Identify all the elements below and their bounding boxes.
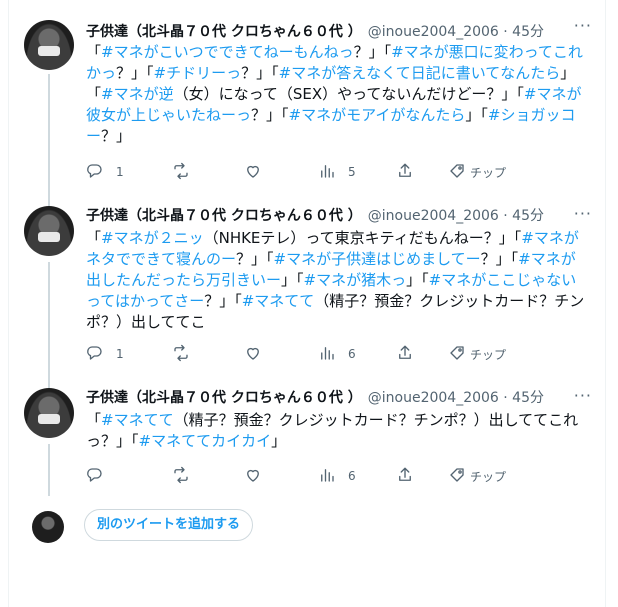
views-button[interactable]: 5 (318, 162, 356, 182)
retweet-button[interactable] (172, 466, 202, 486)
like-icon (244, 466, 262, 487)
add-tweet-button[interactable]: 別のツイートを追加する (84, 509, 254, 541)
tweet-actions: 6 チップ (86, 466, 526, 486)
like-icon (244, 344, 262, 365)
tweet-text-segment: 「 (86, 411, 102, 429)
tweet-text-segment: ？」「 (241, 64, 279, 82)
hashtag-link[interactable]: #マネが２ニッ (101, 229, 204, 247)
tip-icon (448, 344, 466, 365)
tweet-text-segment: ？」 (101, 127, 132, 145)
tweet-actions: 1 5 チップ (86, 162, 526, 182)
tweet-text: 「#マネが２ニッ（NHKEテレ）って東京キティだもんねー？」「#マネがネタででき… (86, 228, 590, 333)
handle-and-time[interactable]: @inoue2004_2006 · 45分 (368, 24, 544, 40)
like-icon (244, 162, 262, 183)
tip-button[interactable]: チップ (448, 344, 506, 364)
share-icon (396, 466, 414, 487)
views-button[interactable]: 6 (318, 466, 356, 486)
tip-label: チップ (470, 165, 507, 180)
tweet-text-segment: 」「 (406, 271, 429, 289)
more-icon[interactable]: ··· (574, 16, 592, 35)
tweet[interactable]: 子供達（北斗晶７０代 クロちゃん６０代 ） @inoue2004_2006 · 4… (8, 386, 606, 498)
views-icon (318, 466, 336, 487)
add-tweet-row: 別のツイートを追加する (8, 505, 606, 545)
avatar[interactable] (24, 206, 74, 256)
handle-and-time[interactable]: @inoue2004_2006 · 45分 (368, 390, 544, 406)
tip-button[interactable]: チップ (448, 162, 506, 182)
tweet-text-segment: 」 (271, 432, 287, 450)
views-count: 6 (348, 469, 356, 483)
reply-button[interactable] (86, 466, 116, 486)
views-count: 5 (348, 165, 356, 179)
share-icon (396, 162, 414, 183)
tweet-text-segment: 」「 (281, 271, 304, 289)
tweet[interactable]: 子供達（北斗晶７０代 クロちゃん６０代 ） @inoue2004_2006 · 4… (8, 204, 606, 376)
tweet-text-segment: ？」「 (116, 64, 154, 82)
reply-button[interactable]: 1 (86, 162, 124, 182)
reply-icon (86, 344, 104, 365)
like-button[interactable] (244, 162, 274, 182)
hashtag-link[interactable]: #チドリーっ (154, 64, 242, 82)
tweet-text-segment: ？」「 (480, 250, 519, 268)
hashtag-link[interactable]: #マネがこいつでできてねーもんねっ (101, 43, 354, 61)
tweet-text-segment: 「 (86, 229, 102, 247)
tweet-actions: 1 6 チップ (86, 344, 526, 364)
tweet-text-segment: ？」「 (236, 250, 274, 268)
tweet-text-segment: 」「 (465, 106, 488, 124)
tweet-text-segment: ？」「 (353, 43, 392, 61)
tweet[interactable]: 子供達（北斗晶７０代 クロちゃん６０代 ） @inoue2004_2006 · 4… (8, 16, 606, 188)
like-button[interactable] (244, 466, 274, 486)
more-icon[interactable]: ··· (574, 204, 592, 223)
hashtag-link[interactable]: #マネててカイカイ (139, 432, 272, 450)
tweet-text-segment: （女）になって（SEX）やってないんだけどー？」「 (173, 85, 524, 103)
tip-label: チップ (470, 347, 507, 362)
avatar[interactable] (24, 20, 74, 70)
tweet-text-segment: ？」「 (251, 106, 289, 124)
share-icon (396, 344, 414, 365)
avatar[interactable] (24, 388, 74, 438)
retweet-icon (172, 344, 190, 365)
like-button[interactable] (244, 344, 274, 364)
tweet-text: 「#マネがこいつでできてねーもんねっ？」「#マネが悪口に変わってこれかっ？」「#… (86, 42, 590, 147)
tweet-text-segment: （NHKEテレ）って東京キティだもんねー？」「 (203, 229, 522, 247)
tweet-text: 「#マネてて（精子？預金？クレジットカード？チンポ？）出しててこれっ？」「#マネ… (86, 410, 590, 452)
display-name[interactable]: 子供達（北斗晶７０代 クロちゃん６０代 ） (86, 208, 362, 224)
hashtag-link[interactable]: #マネがモアイがなんたら (289, 106, 466, 124)
reply-icon (86, 466, 104, 487)
tweet-text-segment: 「 (86, 43, 102, 61)
reply-button[interactable]: 1 (86, 344, 124, 364)
more-icon[interactable]: ··· (574, 386, 592, 405)
display-name[interactable]: 子供達（北斗晶７０代 クロちゃん６０代 ） (86, 24, 362, 40)
tip-icon (448, 466, 466, 487)
hashtag-link[interactable]: #マネてて (242, 292, 315, 310)
tweet-header: 子供達（北斗晶７０代 クロちゃん６０代 ） @inoue2004_2006 · 4… (86, 388, 592, 410)
retweet-button[interactable] (172, 162, 202, 182)
views-count: 6 (348, 347, 356, 361)
tip-icon (448, 162, 466, 183)
reply-icon (86, 162, 104, 183)
display-name[interactable]: 子供達（北斗晶７０代 クロちゃん６０代 ） (86, 390, 362, 406)
hashtag-link[interactable]: #マネが逆 (101, 85, 174, 103)
hashtag-link[interactable]: #マネが答えなくて日記に書いてなんたら (279, 64, 561, 82)
tip-label: チップ (470, 469, 507, 484)
tweet-text-segment: ？」「 (204, 292, 242, 310)
views-icon (318, 344, 336, 365)
tip-button[interactable]: チップ (448, 466, 506, 486)
views-icon (318, 162, 336, 183)
hashtag-link[interactable]: #マネが猪木っ (304, 271, 407, 289)
views-button[interactable]: 6 (318, 344, 356, 364)
tweet-header: 子供達（北斗晶７０代 クロちゃん６０代 ） @inoue2004_2006 · 4… (86, 22, 592, 44)
avatar[interactable] (32, 511, 64, 543)
reply-count: 1 (116, 347, 124, 361)
retweet-button[interactable] (172, 344, 202, 364)
reply-count: 1 (116, 165, 124, 179)
retweet-icon (172, 162, 190, 183)
hashtag-link[interactable]: #マネてて (101, 411, 174, 429)
hashtag-link[interactable]: #マネが子供達はじめましてー (274, 250, 481, 268)
share-button[interactable] (396, 466, 414, 486)
share-button[interactable] (396, 162, 414, 182)
handle-and-time[interactable]: @inoue2004_2006 · 45分 (368, 208, 544, 224)
retweet-icon (172, 466, 190, 487)
share-button[interactable] (396, 344, 414, 364)
tweet-header: 子供達（北斗晶７０代 クロちゃん６０代 ） @inoue2004_2006 · 4… (86, 206, 592, 228)
